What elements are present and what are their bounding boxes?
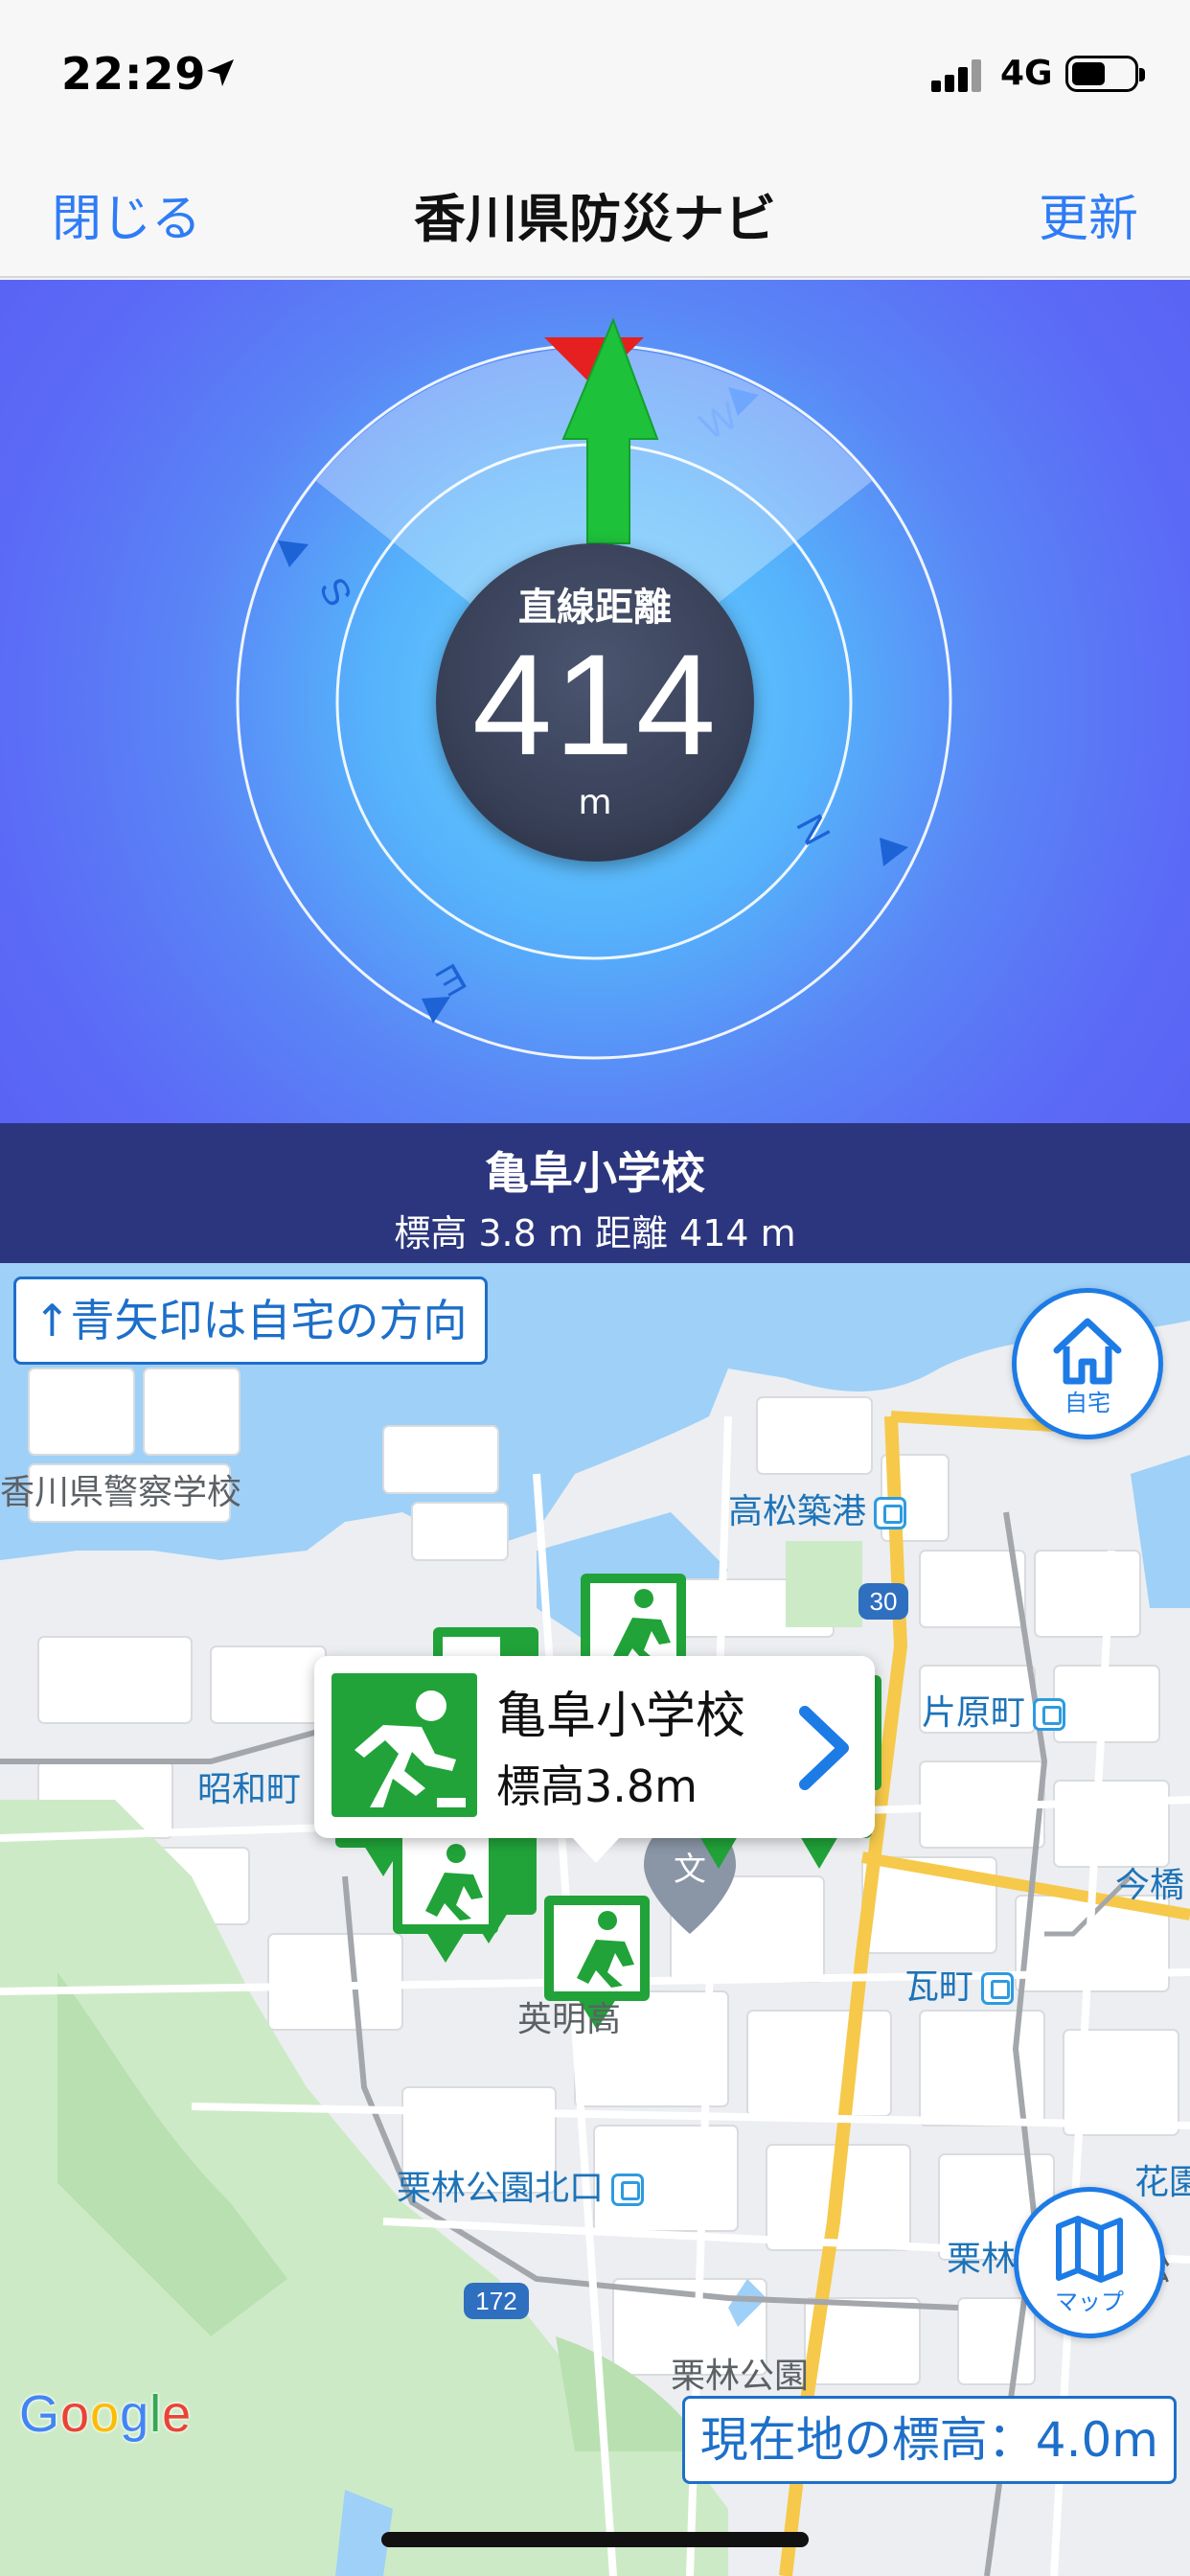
route-172-label: 172 bbox=[475, 2287, 516, 2315]
destination-name: 亀阜小学校 bbox=[485, 1147, 705, 1199]
callout-elevation: 標高3.8m bbox=[496, 1760, 698, 1812]
home-icon bbox=[1053, 1318, 1122, 1385]
map-label-eimei: 英明高 bbox=[517, 2000, 622, 2039]
map-label-kawaramachi: 瓦町 bbox=[904, 1959, 1015, 2009]
google-logo: Google bbox=[19, 2385, 193, 2443]
callout-tail bbox=[571, 1836, 621, 1863]
map-label-takamatsu-chikko: 高松築港 bbox=[728, 1484, 907, 1533]
map-label-showa: 昭和町 bbox=[197, 1770, 302, 1809]
status-time: 22:29 bbox=[61, 48, 207, 100]
station-icon bbox=[611, 2174, 645, 2206]
network-type: 4G bbox=[1000, 54, 1053, 93]
location-arrow-icon bbox=[207, 59, 234, 86]
destination-detail: 標高 3.8 m 距離 414 m bbox=[394, 1212, 796, 1254]
distance-unit: m bbox=[578, 783, 612, 822]
direction-letter-n: N bbox=[790, 807, 839, 851]
map-label-police-school: 香川県警察学校 bbox=[0, 1473, 242, 1512]
map-button-label: マップ bbox=[1055, 2288, 1124, 2315]
navigation-bar: 閉じる 香川県防災ナビ 更新 bbox=[0, 144, 1190, 278]
chevron-right-icon[interactable] bbox=[791, 1702, 858, 1794]
station-icon bbox=[981, 1972, 1015, 2005]
home-button[interactable]: 自宅 bbox=[1012, 1288, 1163, 1439]
station-icon bbox=[874, 1497, 907, 1530]
battery-icon bbox=[1065, 56, 1145, 92]
map-label-katahara: 片原町 bbox=[922, 1685, 1066, 1735]
map-label-imabashi: 今橋 bbox=[1115, 1866, 1185, 1905]
direction-triangle-n bbox=[880, 838, 908, 866]
distance-disc: 直線距離 414 m bbox=[436, 543, 754, 862]
destination-info-bar: 亀阜小学校 標高 3.8 m 距離 414 m bbox=[0, 1123, 1190, 1263]
station-icon bbox=[1033, 1698, 1066, 1731]
compass-panel: W S N E 直線距離 414 m bbox=[0, 280, 1190, 1123]
current-elevation: 現在地の標高：4.0m bbox=[681, 2396, 1177, 2484]
direction-letter-s: S bbox=[310, 571, 359, 613]
emergency-exit-icon bbox=[332, 1673, 477, 1817]
shelter-callout[interactable]: 亀阜小学校 標高3.8m bbox=[314, 1656, 875, 1838]
map-label-ritsurin-park: 栗林公園 bbox=[671, 2357, 810, 2396]
map-label-ritsurin-kita: 栗林公園北口 bbox=[397, 2160, 645, 2210]
distance-value: 414 bbox=[471, 624, 719, 785]
direction-triangle-s bbox=[278, 540, 309, 567]
signal-icon bbox=[931, 58, 985, 92]
status-bar: 22:29 4G bbox=[0, 0, 1190, 144]
map-view[interactable]: 30 172 文 香川県警察学校 高松築港 片原町 昭和町 今橋 瓦町 英明高 … bbox=[0, 1263, 1190, 2576]
map-button[interactable]: マップ bbox=[1014, 2187, 1165, 2338]
map-icon bbox=[1056, 2216, 1123, 2283]
map-label-hanazono: 花園 bbox=[1134, 2163, 1190, 2202]
page-title: 香川県防災ナビ bbox=[414, 189, 776, 249]
direction-letter-e: E bbox=[429, 954, 472, 1003]
direction-hint: ↑青矢印は自宅の方向 bbox=[13, 1276, 488, 1365]
home-button-label: 自宅 bbox=[1064, 1390, 1110, 1416]
map-label-ritsurin: 栗林 bbox=[947, 2240, 1017, 2279]
map-background: 30 172 文 bbox=[0, 1263, 1190, 2576]
refresh-button[interactable]: 更新 bbox=[1039, 178, 1138, 250]
callout-name: 亀阜小学校 bbox=[496, 1688, 746, 1745]
home-indicator bbox=[381, 2532, 809, 2547]
route-30-label: 30 bbox=[870, 1587, 898, 1616]
svg-text:文: 文 bbox=[674, 1851, 706, 1889]
